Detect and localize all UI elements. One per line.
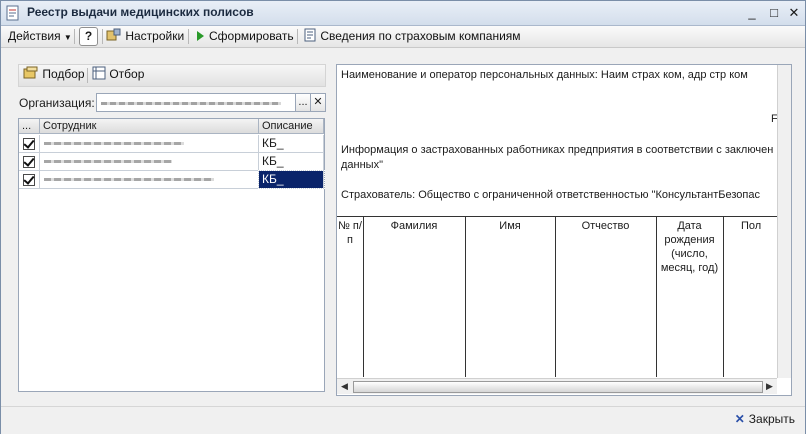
organization-field[interactable] [96, 93, 296, 112]
report-col-birthdate: Дата рождения (число, месяц, год) [660, 220, 719, 274]
title-bar: Реестр выдачи медицинских полисов _ □ ✕ [1, 1, 805, 26]
organization-clear-button[interactable]: ✕ [310, 93, 326, 112]
organization-label: Организация: [19, 96, 95, 110]
generate-label: Сформировать [209, 29, 294, 43]
employee-cell [40, 135, 259, 152]
report-line-data: данных" [341, 159, 383, 171]
filter-label: Отбор [109, 67, 145, 81]
window: Реестр выдачи медицинских полисов _ □ ✕ … [0, 0, 806, 434]
report-grid-line [363, 217, 364, 377]
row-checkbox-cell [19, 171, 40, 188]
report-line-operator: Наименование и оператор персональных дан… [341, 69, 748, 81]
report-line-info: Информация о застрахованных работниках п… [341, 144, 774, 156]
redacted-text [44, 178, 214, 181]
column-header-mark[interactable]: ... [19, 119, 40, 134]
settings-label: Настройки [125, 29, 185, 43]
table-row[interactable]: КБ_ [19, 153, 324, 171]
settings-button[interactable]: Настройки [106, 28, 184, 45]
footer-bar: ✕ Закрыть [1, 406, 805, 434]
checkmark-icon [23, 155, 35, 167]
column-header-employee[interactable]: Сотрудник [40, 119, 259, 134]
select-button[interactable]: Подбор [23, 66, 85, 83]
redacted-text [44, 160, 172, 163]
toolbar-separator [102, 29, 103, 44]
table-row[interactable]: КБ_ [19, 170, 325, 189]
description-cell[interactable]: КБ_ [259, 153, 324, 170]
row-checkbox[interactable] [23, 173, 35, 186]
report-grid-line [723, 217, 724, 377]
report-col-surname: Фамилия [390, 220, 438, 232]
filter-icon [92, 66, 106, 80]
table-row[interactable]: КБ_ [19, 135, 324, 153]
report-grid-line [465, 217, 466, 377]
toolbar-separator [74, 29, 75, 44]
maximize-button[interactable]: □ [765, 4, 783, 21]
close-icon: ✕ [734, 412, 745, 426]
report-col-patronymic: Отчество [581, 220, 630, 232]
dropdown-arrow-icon: ▼ [63, 33, 72, 42]
main-toolbar: Действия ▼ ? Настройки Сформировать Свед [1, 26, 805, 48]
report-line-insurer: Страхователь: Общество с ограниченной от… [341, 189, 760, 201]
report-app-icon [6, 5, 19, 21]
minimize-button[interactable]: _ [743, 4, 761, 21]
document-icon [304, 28, 316, 42]
horizontal-scrollbar[interactable]: ◀ ▶ [337, 378, 777, 394]
insurance-info-button[interactable]: Сведения по страховым компаниям [303, 28, 521, 45]
redacted-text [101, 102, 281, 105]
checkmark-icon [23, 173, 35, 185]
filter-button[interactable]: Отбор [92, 66, 144, 83]
settings-icon [106, 28, 121, 41]
checkmark-icon [23, 137, 35, 149]
description-cell[interactable]: КБ_ [259, 135, 324, 152]
row-checkbox[interactable] [23, 155, 35, 168]
redacted-text [44, 142, 184, 145]
employee-cell [40, 153, 259, 170]
scroll-left-icon[interactable]: ◀ [338, 380, 351, 393]
scroll-thumb[interactable] [353, 381, 763, 393]
close-label: Закрыть [748, 412, 795, 426]
select-icon [23, 66, 38, 79]
employee-cell [40, 171, 259, 188]
play-icon [197, 31, 204, 41]
toolbar-separator [297, 29, 298, 44]
window-title: Реестр выдачи медицинских полисов [27, 5, 254, 19]
select-label: Подбор [42, 67, 85, 81]
column-header-description[interactable]: Описание [259, 119, 324, 134]
left-toolbar: Подбор Отбор [18, 64, 326, 87]
help-button[interactable]: ? [79, 27, 98, 46]
actions-menu[interactable]: Действия ▼ [8, 28, 72, 45]
row-checkbox[interactable] [23, 137, 35, 150]
report-col-number: № п/п [338, 220, 362, 246]
close-window-button[interactable]: ✕ [785, 4, 803, 21]
generate-button[interactable]: Сформировать [197, 28, 294, 45]
insurance-info-label: Сведения по страховым компаниям [320, 29, 521, 43]
report-grid-line [555, 217, 556, 377]
report-col-gender: Пол [741, 220, 762, 232]
report-col-name: Имя [499, 220, 521, 232]
row-checkbox-cell [19, 153, 40, 170]
organization-select-button[interactable]: ... [295, 93, 311, 112]
toolbar-separator [87, 68, 88, 83]
report-preview: Наименование и оператор персональных дан… [336, 64, 792, 396]
description-cell-selected[interactable]: КБ_ [258, 170, 325, 189]
actions-menu-label: Действия [8, 29, 61, 43]
scroll-right-icon[interactable]: ▶ [763, 380, 776, 393]
content-area: Подбор Отбор Организация: ... ✕ ... Сотр… [1, 48, 805, 405]
employees-table: ... Сотрудник Описание КБ_ КБ_ КБ_ [18, 118, 325, 392]
row-checkbox-cell [19, 135, 40, 152]
toolbar-separator [188, 29, 189, 44]
close-button[interactable]: ✕ Закрыть [735, 412, 795, 426]
vertical-scrollbar[interactable] [777, 65, 791, 378]
